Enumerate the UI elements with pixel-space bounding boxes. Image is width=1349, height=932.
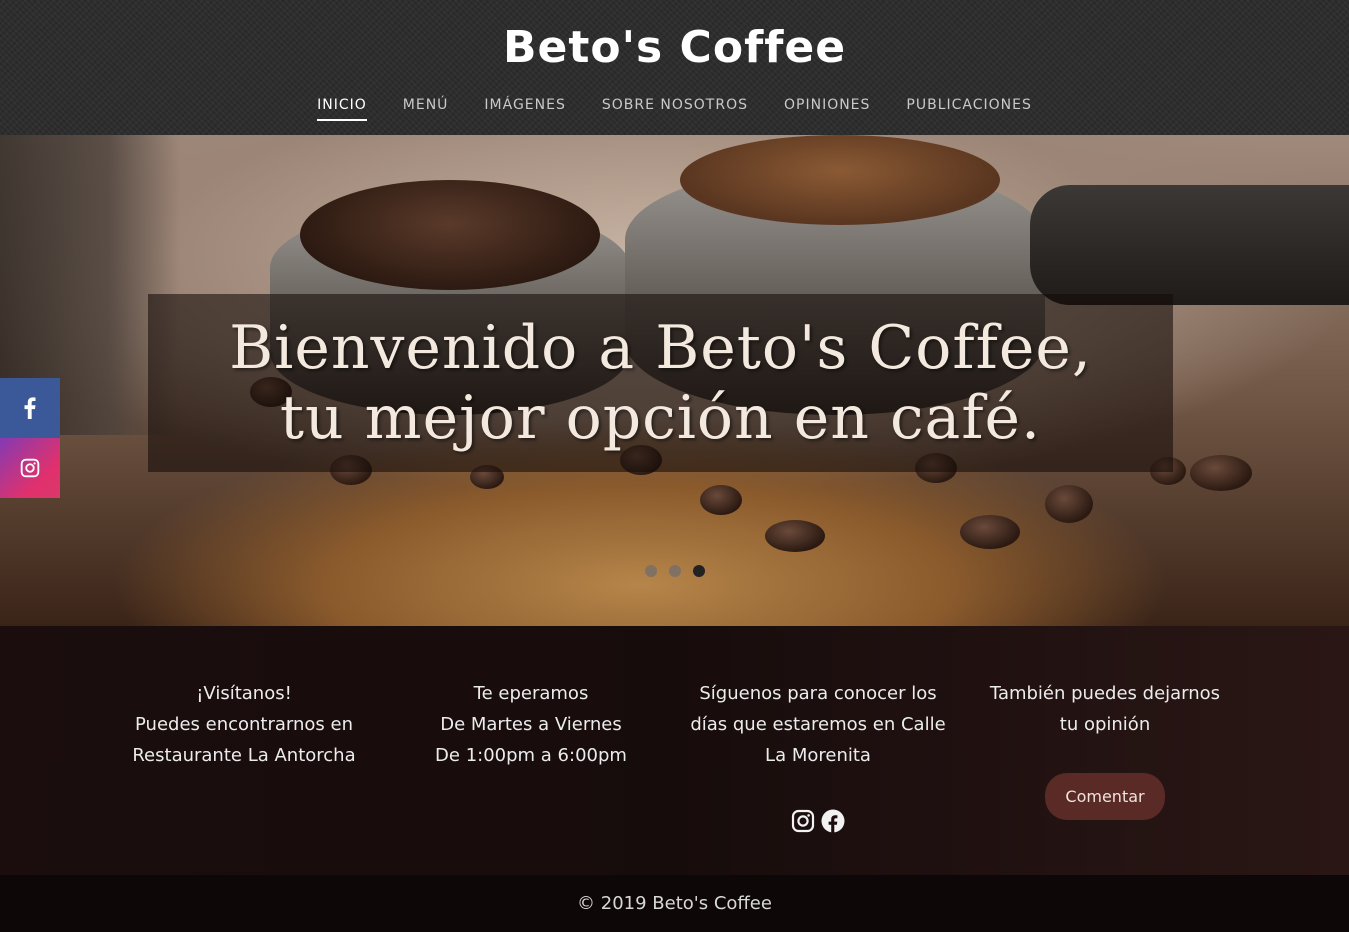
carousel-dot-2[interactable] <box>669 565 681 577</box>
follow-text-line: días que estaremos en Calle <box>690 714 946 735</box>
hero-heading-line2: tu mejor opción en café. <box>279 383 1042 453</box>
coffee-bean-image <box>1190 455 1252 491</box>
coffee-beans-pile-image <box>300 180 600 290</box>
social-icons <box>673 809 963 833</box>
carousel-indicators <box>645 565 705 577</box>
schedule-days: De Martes a Viernes <box>440 714 622 735</box>
brand-title[interactable]: Beto's Coffee <box>0 22 1349 73</box>
nav-item-imagenes[interactable]: IMÁGENES <box>484 97 565 121</box>
visit-text-line: Puedes encontrarnos en <box>135 714 353 735</box>
site-footer: © 2019 Beto's Coffee <box>0 875 1349 932</box>
hero-caption: Bienvenido a Beto's Coffee, tu mejor opc… <box>148 294 1173 472</box>
tamper-handle-image <box>1030 185 1349 305</box>
visit-column: ¡Visítanos! Puedes encontrarnos en Resta… <box>99 678 389 771</box>
info-section: ¡Visítanos! Puedes encontrarnos en Resta… <box>0 626 1349 875</box>
nav-item-sobre-nosotros[interactable]: SOBRE NOSOTROS <box>602 97 748 121</box>
nav-item-publicaciones[interactable]: PUBLICACIONES <box>906 97 1031 121</box>
coffee-bean-image <box>960 515 1020 549</box>
follow-text-line: La Morenita <box>765 745 871 766</box>
follow-text-line: Síguenos para conocer los <box>699 683 937 704</box>
follow-column: Síguenos para conocer los días que estar… <box>673 678 963 833</box>
hero-carousel: Bienvenido a Beto's Coffee, tu mejor opc… <box>0 135 1349 626</box>
instagram-icon <box>20 458 40 478</box>
visit-text-line: Restaurante La Antorcha <box>132 745 356 766</box>
schedule-column: Te eperamos De Martes a Viernes De 1:00p… <box>386 678 676 771</box>
coffee-bean-image <box>765 520 825 552</box>
nav-item-menu[interactable]: MENÚ <box>403 97 449 121</box>
nav-item-inicio[interactable]: INICIO <box>317 97 367 121</box>
feedback-column: También puedes dejarnos tu opinión Comen… <box>960 678 1250 820</box>
comment-button[interactable]: Comentar <box>1045 773 1165 820</box>
instagram-icon[interactable] <box>791 809 815 833</box>
copyright-text: © 2019 Beto's Coffee <box>577 893 772 914</box>
coffee-bean-image <box>1045 485 1093 523</box>
schedule-heading: Te eperamos <box>473 683 589 704</box>
feedback-text-line: tu opinión <box>1059 714 1151 735</box>
main-nav: INICIO MENÚ IMÁGENES SOBRE NOSOTROS OPIN… <box>0 97 1349 121</box>
ground-coffee-image <box>680 135 1000 225</box>
schedule-hours: De 1:00pm a 6:00pm <box>435 745 627 766</box>
nav-item-opiniones[interactable]: OPINIONES <box>784 97 870 121</box>
facebook-icon[interactable] <box>821 809 845 833</box>
feedback-text-line: También puedes dejarnos <box>989 683 1221 704</box>
facebook-icon <box>24 397 36 419</box>
carousel-dot-3[interactable] <box>693 565 705 577</box>
visit-heading: ¡Visítanos! <box>196 683 292 704</box>
site-header: Beto's Coffee INICIO MENÚ IMÁGENES SOBRE… <box>0 0 1349 135</box>
coffee-bean-image <box>700 485 742 515</box>
carousel-dot-1[interactable] <box>645 565 657 577</box>
social-sidebar <box>0 378 60 498</box>
instagram-share-button[interactable] <box>0 438 60 498</box>
facebook-share-button[interactable] <box>0 378 60 438</box>
hero-heading-line1: Bienvenido a Beto's Coffee, <box>229 313 1092 383</box>
